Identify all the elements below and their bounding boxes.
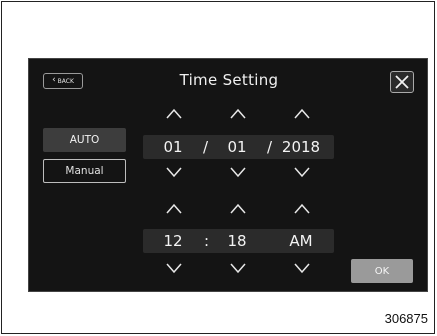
chevron-down-icon bbox=[166, 263, 182, 274]
chevron-up-icon bbox=[294, 203, 310, 214]
back-button-label: BACK bbox=[57, 77, 74, 85]
display-screen: ‹ BACK Time Setting AUTO Manual 01 / 01 bbox=[28, 58, 428, 292]
page-title: Time Setting bbox=[179, 71, 279, 89]
chevron-left-icon: ‹ bbox=[52, 75, 56, 85]
chevron-up-icon bbox=[166, 108, 182, 119]
period-value[interactable]: AM bbox=[285, 229, 317, 253]
back-button[interactable]: ‹ BACK bbox=[43, 73, 83, 89]
time-separator: : bbox=[204, 232, 210, 250]
chevron-down-icon bbox=[166, 167, 182, 178]
day-value[interactable]: 01 bbox=[221, 135, 253, 159]
minute-up-arrow[interactable] bbox=[228, 202, 248, 216]
date-separator: / bbox=[203, 138, 209, 156]
date-separator: / bbox=[267, 138, 273, 156]
hour-down-arrow[interactable] bbox=[164, 261, 184, 275]
day-up-arrow[interactable] bbox=[228, 107, 248, 121]
chevron-up-icon bbox=[230, 108, 246, 119]
chevron-up-icon bbox=[166, 203, 182, 214]
month-down-arrow[interactable] bbox=[164, 165, 184, 179]
chevron-down-icon bbox=[294, 263, 310, 274]
year-value[interactable]: 2018 bbox=[279, 135, 323, 159]
year-up-arrow[interactable] bbox=[292, 107, 312, 121]
hour-value[interactable]: 12 bbox=[157, 229, 189, 253]
close-icon bbox=[395, 75, 409, 89]
close-button[interactable] bbox=[390, 71, 414, 93]
chevron-down-icon bbox=[230, 167, 246, 178]
year-down-arrow[interactable] bbox=[292, 165, 312, 179]
chevron-down-icon bbox=[294, 167, 310, 178]
auto-mode-button[interactable]: AUTO bbox=[43, 128, 126, 152]
month-up-arrow[interactable] bbox=[164, 107, 184, 121]
day-down-arrow[interactable] bbox=[228, 165, 248, 179]
chevron-up-icon bbox=[294, 108, 310, 119]
date-value-bar: 01 / 01 / 2018 bbox=[143, 135, 334, 159]
manual-mode-button[interactable]: Manual bbox=[43, 159, 126, 183]
minute-value[interactable]: 18 bbox=[221, 229, 253, 253]
figure-number: 306875 bbox=[384, 311, 428, 326]
period-down-arrow[interactable] bbox=[292, 261, 312, 275]
time-value-bar: 12 : 18 AM bbox=[143, 229, 334, 253]
figure-frame: ‹ BACK Time Setting AUTO Manual 01 / 01 bbox=[1, 1, 435, 334]
chevron-down-icon bbox=[230, 263, 246, 274]
ok-button[interactable]: OK bbox=[351, 259, 413, 283]
period-up-arrow[interactable] bbox=[292, 202, 312, 216]
minute-down-arrow[interactable] bbox=[228, 261, 248, 275]
chevron-up-icon bbox=[230, 203, 246, 214]
month-value[interactable]: 01 bbox=[157, 135, 189, 159]
hour-up-arrow[interactable] bbox=[164, 202, 184, 216]
